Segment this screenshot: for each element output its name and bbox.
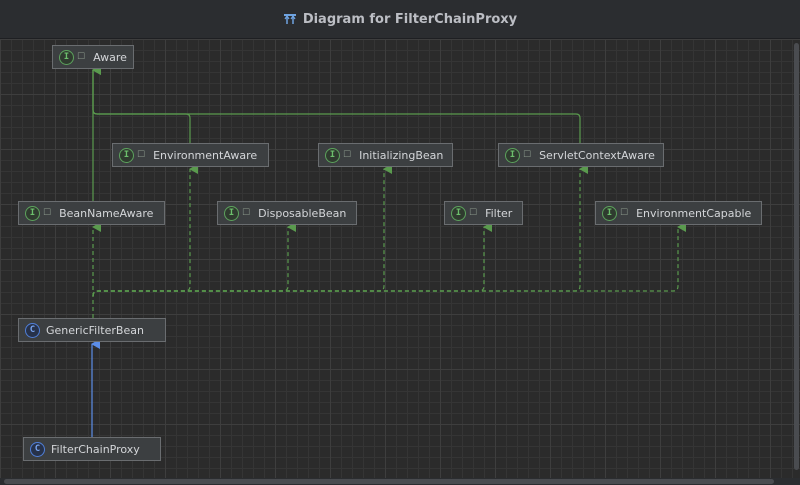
interface-icon: I bbox=[59, 49, 74, 65]
interface-icon: I bbox=[25, 205, 40, 221]
class-icon: C bbox=[25, 322, 40, 338]
node-label: GenericFilterBean bbox=[46, 323, 144, 337]
node-label: Aware bbox=[93, 50, 127, 64]
edge-generic-filter-bean-implements bbox=[92, 164, 686, 318]
edge-layer bbox=[91, 65, 686, 437]
interface-icon: I bbox=[119, 147, 134, 163]
interface-icon: I bbox=[602, 205, 617, 221]
node-filter[interactable]: I ☐ Filter bbox=[444, 201, 523, 225]
node-filter-chain-proxy[interactable]: C FilterChainProxy bbox=[23, 437, 161, 461]
node-label: DisposableBean bbox=[258, 206, 347, 220]
node-label: FilterChainProxy bbox=[51, 442, 140, 456]
node-generic-filter-bean[interactable]: C GenericFilterBean bbox=[18, 318, 166, 342]
public-visibility-icon: ☐ bbox=[77, 52, 86, 62]
public-visibility-icon: ☐ bbox=[242, 208, 251, 218]
node-label: EnvironmentCapable bbox=[636, 206, 752, 220]
public-visibility-icon: ☐ bbox=[469, 208, 478, 218]
interface-icon: I bbox=[224, 205, 239, 221]
public-visibility-icon: ☐ bbox=[343, 150, 352, 160]
node-label: BeanNameAware bbox=[59, 206, 154, 220]
interface-icon: I bbox=[451, 205, 466, 221]
vertical-scrollbar-thumb[interactable] bbox=[794, 43, 799, 470]
public-visibility-icon: ☐ bbox=[523, 150, 532, 160]
public-visibility-icon: ☐ bbox=[137, 150, 146, 160]
node-servlet-context-aware[interactable]: I ☐ ServletContextAware bbox=[498, 143, 664, 167]
horizontal-scrollbar[interactable] bbox=[0, 478, 800, 485]
node-label: InitializingBean bbox=[359, 148, 444, 162]
node-label: Filter bbox=[485, 206, 513, 220]
node-environment-capable[interactable]: I ☐ EnvironmentCapable bbox=[595, 201, 762, 225]
edge-servlet-context-aware-to-aware bbox=[92, 65, 581, 143]
public-visibility-icon: ☐ bbox=[620, 208, 629, 218]
horizontal-scrollbar-thumb[interactable] bbox=[4, 479, 774, 484]
interface-icon: I bbox=[325, 147, 340, 163]
vertical-scrollbar[interactable] bbox=[793, 39, 800, 478]
node-aware[interactable]: I ☐ Aware bbox=[52, 45, 134, 69]
node-environment-aware[interactable]: I ☐ EnvironmentAware bbox=[112, 143, 269, 167]
edge-environment-aware-to-aware bbox=[92, 65, 191, 143]
diagram-window: Diagram for FilterChainProxy I ☐ Aware I… bbox=[0, 0, 800, 485]
node-disposable-bean[interactable]: I ☐ DisposableBean bbox=[217, 201, 357, 225]
public-visibility-icon: ☐ bbox=[43, 208, 52, 218]
node-label: ServletContextAware bbox=[539, 148, 655, 162]
interface-icon: I bbox=[505, 147, 520, 163]
node-label: EnvironmentAware bbox=[153, 148, 258, 162]
node-initializing-bean[interactable]: I ☐ InitializingBean bbox=[318, 143, 453, 167]
class-icon: C bbox=[30, 441, 45, 457]
node-bean-name-aware[interactable]: I ☐ BeanNameAware bbox=[18, 201, 165, 225]
